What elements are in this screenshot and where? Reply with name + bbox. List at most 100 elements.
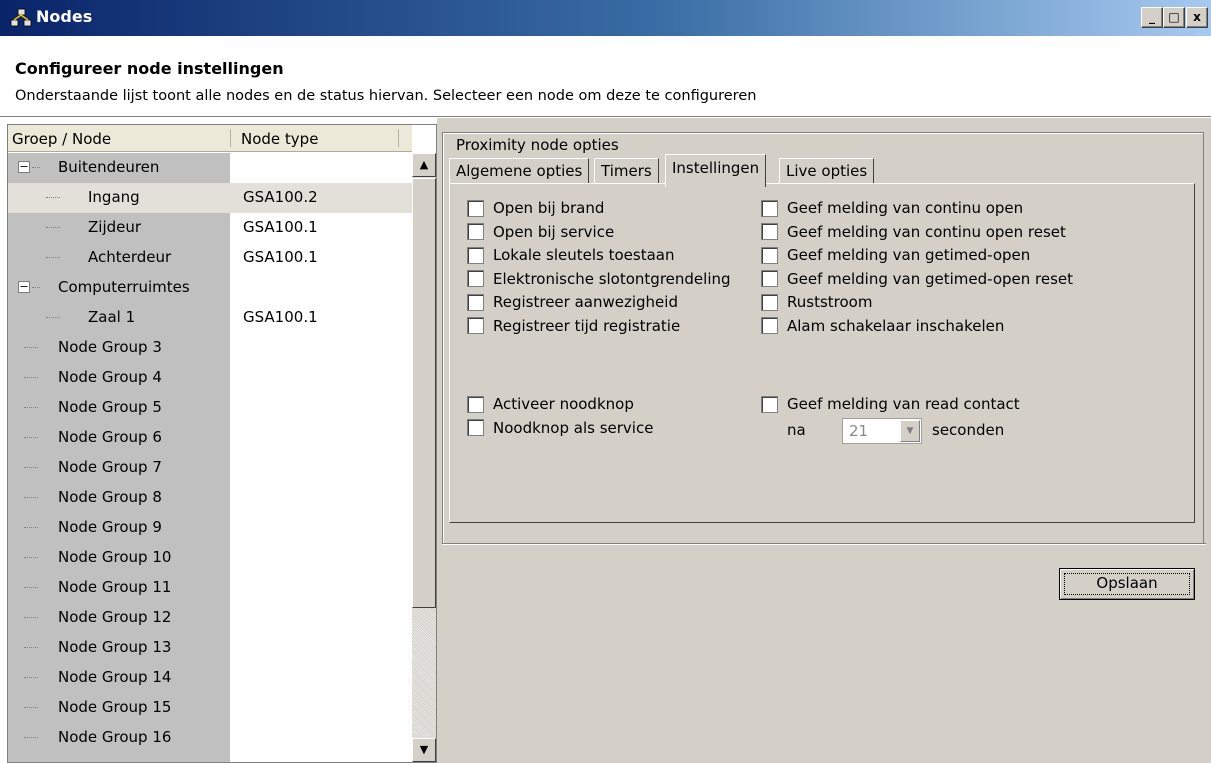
tree-scrollbar[interactable]: ▲ ▼	[412, 153, 436, 762]
option-read-contact[interactable]: Geef melding van read contact	[761, 393, 1020, 415]
checkbox-label: Activeer noodknop	[493, 395, 634, 413]
checkbox[interactable]	[467, 317, 484, 334]
tree-row[interactable]: Node Group 15	[8, 693, 412, 723]
tree-row[interactable]: Node Group 12	[8, 603, 412, 633]
checkbox[interactable]	[467, 395, 484, 413]
option-right-3[interactable]: Geef melding van getimed-open reset	[761, 268, 1073, 290]
chevron-down-icon[interactable]: ▼	[900, 420, 920, 442]
collapse-icon[interactable]: −	[18, 161, 30, 173]
option-right-5[interactable]: Alam schakelaar inschakelen	[761, 315, 1004, 337]
checkbox-label: Geef melding van continu open reset	[787, 222, 1066, 241]
tree-node-type: GSA100.1	[243, 248, 318, 266]
options-panel: Proximity node opties Algemene opties Ti…	[437, 118, 1211, 763]
delay-select[interactable]: 21 ▼	[842, 418, 922, 444]
tab-live-opties[interactable]: Live opties	[779, 158, 875, 186]
option-left-5[interactable]: Registreer tijd registratie	[467, 315, 680, 337]
checkbox[interactable]	[467, 270, 484, 287]
tree-row[interactable]: Node Group 4	[8, 363, 412, 393]
checkbox[interactable]	[761, 270, 778, 287]
tree-node-label: Buitendeuren	[58, 158, 160, 176]
checkbox[interactable]	[467, 419, 484, 436]
option-right-4[interactable]: Ruststroom	[761, 291, 872, 313]
maximize-button[interactable]: □	[1163, 7, 1185, 28]
checkbox[interactable]	[467, 246, 484, 264]
option-left-1[interactable]: Open bij service	[467, 221, 614, 243]
checkbox-label: Ruststroom	[787, 293, 873, 311]
save-button[interactable]: Opslaan	[1059, 568, 1195, 600]
checkbox-label: Open bij service	[493, 222, 615, 241]
tree-row[interactable]: Node Group 6	[8, 423, 412, 453]
scroll-up-icon[interactable]: ▲	[412, 153, 436, 177]
scroll-down-icon[interactable]: ▼	[412, 738, 436, 762]
scroll-thumb[interactable]	[412, 178, 436, 608]
option-right-0[interactable]: Geef melding van continu open	[761, 197, 1023, 219]
tree-row[interactable]: Node Group 7	[8, 453, 412, 483]
tree-node-label: Node Group 4	[58, 368, 162, 386]
tree-row[interactable]: Node Group 14	[8, 663, 412, 693]
option-right-1[interactable]: Geef melding van continu open reset	[761, 221, 1066, 243]
option-left-3[interactable]: Elektronische slotontgrendeling	[467, 268, 731, 290]
option-right-2[interactable]: Geef melding van getimed-open	[761, 244, 1030, 266]
tree-row[interactable]: Zijdeur GSA100.1	[8, 213, 412, 243]
tab-instellingen[interactable]: Instellingen	[665, 154, 767, 187]
collapse-icon[interactable]: −	[18, 281, 30, 293]
tree-node-label: Node Group 6	[58, 428, 162, 446]
tree-node-label: Computerruimtes	[58, 278, 190, 296]
checkbox[interactable]	[467, 293, 484, 311]
tree-row[interactable]: Node Group 5	[8, 393, 412, 423]
tree-node-label: Node Group 14	[58, 668, 172, 686]
checkbox[interactable]	[761, 317, 778, 334]
tree-row[interactable]: Node Group 8	[8, 483, 412, 513]
header: Configureer node instellingen Onderstaan…	[0, 36, 1211, 116]
checkbox[interactable]	[761, 246, 778, 264]
tree-node-type: GSA100.2	[243, 188, 318, 206]
option-left-0[interactable]: Open bij brand	[467, 197, 604, 219]
tree-row[interactable]: Node Group 10	[8, 543, 412, 573]
column-node-type[interactable]: Node type	[241, 130, 318, 148]
tree-row[interactable]: Node Group 11	[8, 573, 412, 603]
tree-row[interactable]: Node Group 16	[8, 723, 412, 753]
title-bar: Nodes _ □ x	[0, 0, 1211, 36]
close-button[interactable]: x	[1186, 7, 1208, 28]
tree-row[interactable]: − Computerruimtes	[8, 273, 412, 303]
checkbox-label: Registreer aanwezigheid	[493, 293, 678, 311]
tree-row[interactable]: Node Group 9	[8, 513, 412, 543]
tree-node-label: Node Group 7	[58, 458, 162, 476]
tab-timers[interactable]: Timers	[594, 158, 659, 186]
window-title: Nodes	[36, 7, 93, 26]
checkbox-label: Elektronische slotontgrendeling	[493, 269, 731, 288]
group-label: Proximity node opties	[453, 136, 622, 154]
page-title: Configureer node instellingen	[15, 59, 284, 78]
delay-prefix: na	[787, 421, 806, 439]
option-left-4[interactable]: Registreer aanwezigheid	[467, 291, 678, 313]
tree-row[interactable]: Zaal 1 GSA100.1	[8, 303, 412, 333]
tree-row[interactable]: Node Group 3	[8, 333, 412, 363]
column-group-node[interactable]: Groep / Node	[12, 130, 111, 148]
tree-node-label: Ingang	[88, 188, 140, 206]
option-noodknop-1[interactable]: Noodknop als service	[467, 417, 653, 439]
checkbox[interactable]	[467, 199, 484, 217]
tree-node-label: Node Group 16	[58, 728, 172, 746]
tree-node-label: Node Group 5	[58, 398, 162, 416]
checkbox[interactable]	[761, 395, 778, 413]
option-noodknop-0[interactable]: Activeer noodknop	[467, 393, 634, 415]
checkbox[interactable]	[467, 223, 484, 240]
option-left-2[interactable]: Lokale sleutels toestaan	[467, 244, 675, 266]
tree-node-label: Node Group 10	[58, 548, 172, 566]
tree-row[interactable]: Ingang GSA100.2	[8, 183, 412, 213]
tree-node-label: Node Group 8	[58, 488, 162, 506]
tree-row[interactable]: Node Group 13	[8, 633, 412, 663]
minimize-button[interactable]: _	[1141, 7, 1163, 28]
checkbox[interactable]	[761, 223, 778, 240]
tab-algemene-opties[interactable]: Algemene opties	[449, 158, 590, 186]
tree-node-label: Node Group 12	[58, 608, 172, 626]
checkbox-label: Lokale sleutels toestaan	[493, 246, 675, 264]
node-tree[interactable]: Groep / Node Node type − Buitendeuren Inga…	[7, 124, 437, 763]
tree-node-type: GSA100.1	[243, 308, 318, 326]
tree-row[interactable]: − Buitendeuren	[8, 153, 412, 183]
checkbox[interactable]	[761, 199, 778, 217]
tree-node-label: Zijdeur	[88, 218, 142, 236]
tree-node-label: Node Group 13	[58, 638, 172, 656]
checkbox[interactable]	[761, 293, 778, 311]
tree-row[interactable]: Achterdeur GSA100.1	[8, 243, 412, 273]
